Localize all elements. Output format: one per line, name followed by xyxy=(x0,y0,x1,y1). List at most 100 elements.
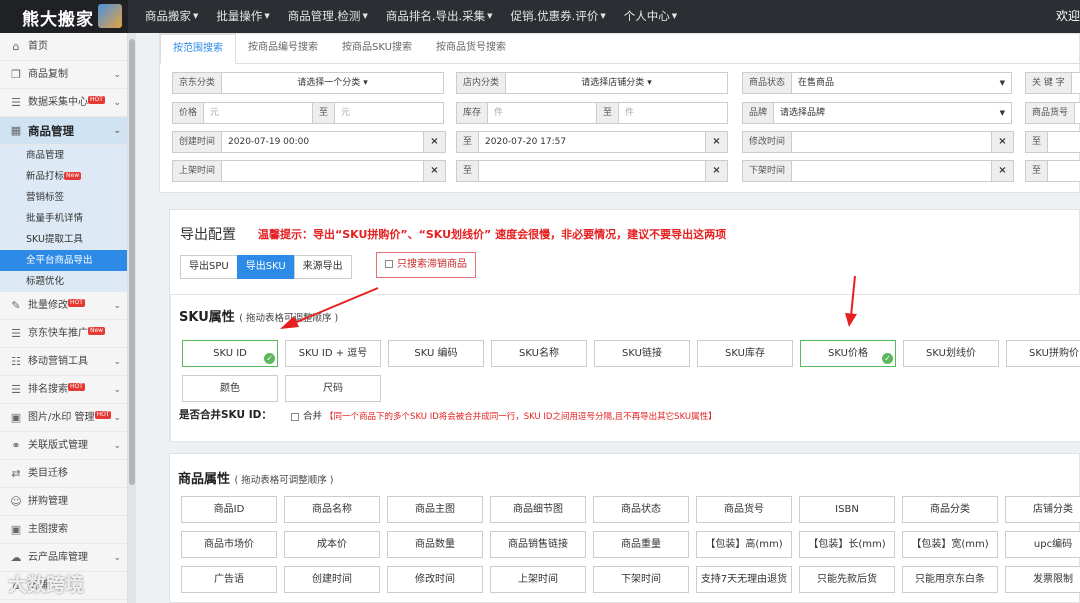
sku-attr-button[interactable]: SKU ID ✓ xyxy=(182,340,278,367)
product-attr-button[interactable]: 广告语 xyxy=(181,566,277,593)
modified-from[interactable]: 修改时间 × xyxy=(742,131,1014,153)
brand-select[interactable]: 品牌 请选择品牌 ▼ xyxy=(742,102,1012,124)
product-attr-button[interactable]: 支持7天无理由退货 xyxy=(696,566,792,593)
sku-attr-button[interactable]: SKU价格 ✓ xyxy=(800,340,896,367)
product-attr-button[interactable]: 商品分类 xyxy=(902,496,998,523)
export-mode-button[interactable]: 导出SKU xyxy=(236,255,295,279)
tab-search-0[interactable]: 按范围搜索 xyxy=(160,34,236,64)
sidebar-subitem[interactable]: SKU提取工具 xyxy=(0,229,127,250)
product-attr-button[interactable]: 创建时间 xyxy=(284,566,380,593)
created-from[interactable]: 创建时间 2020-07-19 00:00 × xyxy=(172,131,446,153)
product-attr-button[interactable]: 【包装】宽(mm) xyxy=(902,531,998,558)
nav-item-5[interactable]: 个人中心 ▼ xyxy=(615,0,686,33)
sidebar-subitem[interactable]: 新品打标 New xyxy=(0,166,127,187)
clear-icon[interactable]: × xyxy=(705,132,727,152)
sidebar-item[interactable]: ☺ 拼购管理 xyxy=(0,488,127,516)
chevron-down-icon[interactable]: ⌄ xyxy=(113,292,121,320)
created-from-value[interactable]: 2020-07-19 00:00 xyxy=(222,132,423,152)
delisted-to[interactable]: 至 xyxy=(1025,160,1080,182)
stock-from-input[interactable]: 件 xyxy=(488,103,596,123)
slow-only-checkbox[interactable]: 只搜索滞销商品 xyxy=(376,252,476,278)
tab-search-2[interactable]: 按商品SKU搜索 xyxy=(330,34,424,64)
created-to-value[interactable]: 2020-07-20 17:57 xyxy=(479,132,705,152)
export-mode-button[interactable]: 来源导出 xyxy=(293,255,352,279)
nav-item-4[interactable]: 促销.优惠券.评价 ▼ xyxy=(502,0,615,33)
sidebar-item[interactable]: ☰ 数据采集中心 HOT ⌄ xyxy=(0,89,127,117)
nav-item-1[interactable]: 批量操作 ▼ xyxy=(207,0,278,33)
product-attr-button[interactable]: 【包装】高(mm) xyxy=(696,531,792,558)
price-from-input[interactable]: 元 xyxy=(204,103,312,123)
status-select[interactable]: 商品状态 在售商品 ▼ xyxy=(742,72,1012,94)
checkbox-icon[interactable] xyxy=(385,260,393,268)
sidebar-item[interactable]: ⇄ 类目迁移 xyxy=(0,460,127,488)
stock-range[interactable]: 库存 件 至 件 xyxy=(456,102,728,124)
keyword-input[interactable]: 关 键 字 xyxy=(1025,72,1080,94)
sidebar-item[interactable]: ▦ 商品管理 ⌄ xyxy=(0,117,127,145)
product-attr-button[interactable]: 只能先款后货 xyxy=(799,566,895,593)
sku-attr-button[interactable]: SKU 编码 xyxy=(388,340,484,367)
listed-to[interactable]: 至 × xyxy=(456,160,728,182)
product-attr-button[interactable]: ISBN xyxy=(799,496,895,523)
product-attr-button[interactable]: 修改时间 xyxy=(387,566,483,593)
product-attr-button[interactable]: 商品名称 xyxy=(284,496,380,523)
product-attr-button[interactable]: 商品数量 xyxy=(387,531,483,558)
tab-search-3[interactable]: 按商品货号搜索 xyxy=(424,34,518,64)
price-to-input[interactable]: 元 xyxy=(335,103,443,123)
product-attr-button[interactable]: 【包装】长(mm) xyxy=(799,531,895,558)
sidebar-item[interactable]: ⚭ 关联版式管理 ⌄ xyxy=(0,432,127,460)
chevron-down-icon[interactable]: ⌄ xyxy=(113,89,121,117)
sku-attr-button[interactable]: SKU划线价 xyxy=(903,340,999,367)
chevron-down-icon[interactable]: ⌄ xyxy=(113,432,121,460)
modified-to[interactable]: 至 xyxy=(1025,131,1080,153)
product-attr-button[interactable]: 商品重量 xyxy=(593,531,689,558)
sidebar-subitem[interactable]: 全平台商品导出 xyxy=(0,250,127,271)
product-attr-button[interactable]: upc编码 xyxy=(1005,531,1080,558)
sidebar-item[interactable]: ☰ 排名搜索 HOT ⌄ xyxy=(0,376,127,404)
sku-attr-button[interactable]: SKU名称 xyxy=(491,340,587,367)
tab-search-1[interactable]: 按商品编号搜索 xyxy=(236,34,330,64)
sidebar-subitem[interactable]: 标题优化 xyxy=(0,271,127,292)
sidebar-item[interactable]: ☰ 京东快车推广 New xyxy=(0,320,127,348)
sku-attr-button[interactable]: 颜色 xyxy=(182,375,278,402)
sku-no-input[interactable]: 商品货号 xyxy=(1025,102,1080,124)
product-attr-button[interactable]: 商品主图 xyxy=(387,496,483,523)
sidebar-scrollbar[interactable] xyxy=(128,33,136,603)
product-attr-button[interactable]: 商品细节图 xyxy=(490,496,586,523)
sku-attr-button[interactable]: 尺码 xyxy=(285,375,381,402)
clear-icon[interactable]: × xyxy=(705,161,727,181)
delisted-from[interactable]: 下架时间 × xyxy=(742,160,1014,182)
listed-from[interactable]: 上架时间 × xyxy=(172,160,446,182)
sidebar-scroll-thumb[interactable] xyxy=(129,39,135,485)
product-attr-button[interactable]: 成本价 xyxy=(284,531,380,558)
product-attr-button[interactable]: 商品货号 xyxy=(696,496,792,523)
nav-item-2[interactable]: 商品管理.检测 ▼ xyxy=(279,0,377,33)
sku-attr-button[interactable]: SKU链接 xyxy=(594,340,690,367)
product-attr-button[interactable]: 商品市场价 xyxy=(181,531,277,558)
sku-attr-button[interactable]: SKU库存 xyxy=(697,340,793,367)
chevron-down-icon[interactable]: ⌄ xyxy=(113,117,121,145)
sidebar-item[interactable]: ☁ 云产品库管理 ⌄ xyxy=(0,544,127,572)
product-attr-button[interactable]: 商品状态 xyxy=(593,496,689,523)
nav-item-3[interactable]: 商品排名.导出.采集 ▼ xyxy=(377,0,502,33)
merge-option[interactable]: 合并 【同一个商品下的多个SKU ID将会被合并成同一行，SKU ID之间用逗号… xyxy=(291,408,717,422)
shop-category-select[interactable]: 店内分类 请选择店铺分类 ▾ xyxy=(456,72,728,94)
product-attr-button[interactable]: 店铺分类 xyxy=(1005,496,1080,523)
price-range[interactable]: 价格 元 至 元 xyxy=(172,102,444,124)
sidebar-subitem[interactable]: 批量手机详情 xyxy=(0,208,127,229)
sidebar-subitem[interactable]: 营销标签 xyxy=(0,187,127,208)
product-attr-button[interactable]: 商品ID xyxy=(181,496,277,523)
chevron-down-icon[interactable]: ⌄ xyxy=(113,404,121,432)
export-mode-button[interactable]: 导出SPU xyxy=(180,255,238,279)
chevron-down-icon[interactable]: ⌄ xyxy=(113,544,121,572)
jd-category-select[interactable]: 京东分类 请选择一个分类 ▾ xyxy=(172,72,444,94)
chevron-down-icon[interactable]: ⌄ xyxy=(113,61,121,89)
clear-icon[interactable]: × xyxy=(423,161,445,181)
chevron-down-icon[interactable]: ⌄ xyxy=(113,348,121,376)
sidebar-item[interactable]: ❐ 商品复制 ⌄ xyxy=(0,61,127,89)
sidebar-item[interactable]: ✎ 批量修改 HOT ⌄ xyxy=(0,292,127,320)
sidebar-item[interactable]: ☷ 移动营销工具 ⌄ xyxy=(0,348,127,376)
nav-item-0[interactable]: 商品搬家 ▼ xyxy=(136,0,207,33)
checkbox-icon[interactable] xyxy=(291,412,299,421)
sku-attr-button[interactable]: SKU拼购价 xyxy=(1006,340,1080,367)
app-logo[interactable]: 熊大搬家 xyxy=(0,0,128,33)
